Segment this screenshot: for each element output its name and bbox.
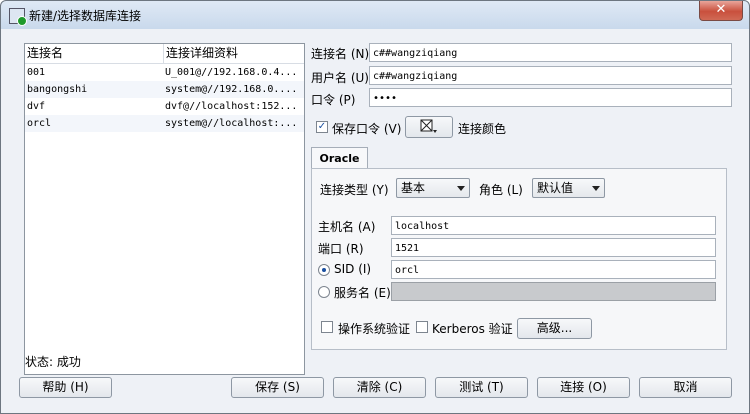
cancel-button[interactable]: 取消 — [639, 377, 732, 398]
password-input[interactable]: •••• — [369, 88, 732, 107]
role-value: 默认值 — [537, 181, 574, 195]
password-label: 口令 (P) — [311, 93, 356, 107]
role-select[interactable]: 默认值 — [532, 178, 605, 198]
connection-color-button[interactable] — [405, 116, 453, 138]
list-item[interactable]: dvf dvf@//localhost:152... — [25, 98, 304, 115]
list-item-name: 001 — [27, 67, 46, 78]
list-rows: 001 U_001@//192.168.0.4... bangongshi syste… — [25, 64, 304, 132]
port-label: 端口 (R) — [318, 242, 364, 256]
service-name-input — [391, 282, 716, 301]
window-title: 新建/选择数据库连接 — [29, 9, 142, 23]
service-name-radio[interactable] — [318, 286, 330, 298]
status-text: 状态: 成功 — [25, 355, 81, 369]
conn-name-input[interactable]: c##wangziqiang — [369, 43, 732, 62]
list-item-name: orcl — [27, 118, 52, 129]
sid-label: SID (I) — [334, 262, 372, 276]
advanced-button[interactable]: 高级... — [517, 318, 592, 339]
port-input[interactable]: 1521 — [391, 238, 716, 257]
conn-type-select[interactable]: 基本 — [396, 178, 470, 198]
conn-name-label: 连接名 (N) — [311, 47, 370, 61]
host-label: 主机名 (A) — [318, 220, 376, 234]
connect-button[interactable]: 连接 (O) — [537, 377, 630, 398]
username-label: 用户名 (U) — [311, 71, 369, 85]
list-item[interactable]: 001 U_001@//192.168.0.4... — [25, 64, 304, 81]
role-label: 角色 (L) — [479, 183, 523, 197]
list-item-name: bangongshi — [27, 84, 88, 95]
connection-list[interactable]: 连接名 连接详细资料 001 U_001@//192.168.0.4...bang… — [24, 43, 305, 375]
save-password-label: 保存口令 (V) — [332, 122, 402, 136]
column-header-detail[interactable]: 连接详细资料 — [164, 44, 238, 63]
tab-oracle[interactable]: Oracle — [311, 147, 368, 170]
list-item-name: dvf — [27, 101, 46, 112]
kerberos-label: Kerberos 验证 — [432, 322, 513, 336]
dialog-body: 连接名 连接详细资料 001 U_001@//192.168.0.4...bang… — [1, 29, 749, 413]
os-auth-checkbox[interactable] — [321, 321, 333, 333]
clear-button[interactable]: 清除 (C) — [333, 377, 426, 398]
list-item-detail: dvf@//localhost:152... — [165, 101, 298, 112]
username-input[interactable]: c##wangziqiang — [369, 66, 732, 85]
close-button[interactable]: ✕ — [699, 1, 743, 21]
save-button[interactable]: 保存 (S) — [231, 377, 324, 398]
list-item-detail: system@//192.168.0.... — [165, 84, 298, 95]
chevron-down-icon — [592, 186, 600, 191]
save-password-checkbox[interactable]: ✓ — [316, 121, 328, 133]
sid-input[interactable]: orcl — [391, 260, 716, 279]
test-button[interactable]: 测试 (T) — [435, 377, 528, 398]
column-header-name[interactable]: 连接名 — [25, 44, 164, 63]
help-button[interactable]: 帮助 (H) — [19, 377, 112, 398]
title-bar[interactable]: 新建/选择数据库连接 ✕ — [1, 1, 749, 29]
list-item[interactable]: orcl system@//localhost:... — [25, 115, 304, 132]
chevron-down-icon — [457, 186, 465, 191]
db-connection-icon — [9, 8, 27, 26]
conn-type-label: 连接类型 (Y) — [320, 183, 389, 197]
list-item-detail: U_001@//192.168.0.4... — [165, 67, 298, 78]
host-input[interactable]: localhost — [391, 216, 716, 235]
kerberos-checkbox[interactable] — [416, 321, 428, 333]
dialog-window: 新建/选择数据库连接 ✕ 连接名 连接详细资料 001 U_001@//192.1… — [0, 0, 750, 414]
list-item[interactable]: bangongshi system@//192.168.0.... — [25, 81, 304, 98]
conn-type-value: 基本 — [401, 181, 426, 195]
color-picker-icon — [420, 119, 437, 133]
list-item-detail: system@//localhost:... — [165, 118, 298, 129]
service-name-label: 服务名 (E) — [334, 286, 391, 300]
list-header: 连接名 连接详细资料 — [25, 44, 304, 64]
sid-radio[interactable] — [318, 264, 330, 276]
os-auth-label: 操作系统验证 — [338, 322, 411, 336]
connection-color-label: 连接颜色 — [458, 122, 507, 136]
